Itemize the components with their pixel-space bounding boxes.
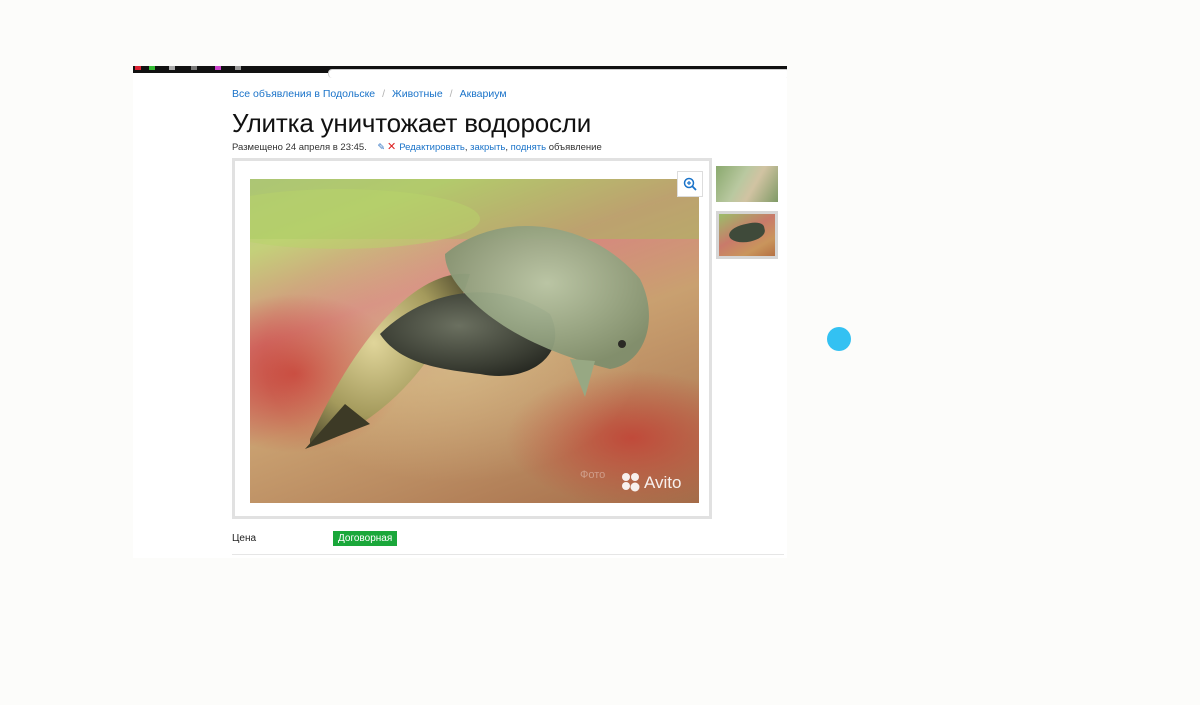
breadcrumb: Все объявления в Подольске / Животные / Аква… bbox=[232, 88, 507, 100]
raise-link[interactable]: поднять bbox=[511, 142, 546, 153]
photo-gallery: Фото Avito bbox=[232, 158, 712, 519]
posted-date: Размещено 24 апреля в 23:45. bbox=[232, 142, 367, 153]
listing-title: Улитка уничтожает водоросли bbox=[232, 108, 592, 138]
browser-tab-icons bbox=[135, 66, 265, 70]
breadcrumb-aquarium[interactable]: Аквариум bbox=[460, 88, 507, 100]
pencil-icon[interactable]: ✎ bbox=[377, 142, 385, 152]
listing-actions: ✎ ✕ Редактировать, закрыть, поднять объявл… bbox=[377, 141, 602, 153]
delete-x-icon[interactable]: ✕ bbox=[387, 141, 396, 153]
touch-cursor-indicator bbox=[827, 327, 851, 351]
divider bbox=[232, 554, 784, 555]
listing-meta: Размещено 24 апреля в 23:45. ✎ ✕ Редактиро… bbox=[232, 140, 602, 153]
breadcrumb-separator: / bbox=[449, 88, 453, 100]
snail-photo-graphic bbox=[250, 179, 699, 492]
thumbnail-2[interactable] bbox=[716, 211, 778, 259]
zoom-in-icon bbox=[683, 177, 697, 191]
browser-window: Все объявления в Подольске / Животные / Аква… bbox=[133, 66, 787, 558]
price-badge: Договорная bbox=[333, 531, 398, 546]
edit-link[interactable]: Редактировать bbox=[399, 142, 465, 153]
thumbnail-1[interactable] bbox=[716, 166, 778, 202]
price-label: Цена bbox=[232, 533, 257, 544]
avito-watermark bbox=[622, 473, 640, 492]
breadcrumb-all-ads[interactable]: Все объявления в Подольске bbox=[232, 88, 375, 100]
zoom-button[interactable] bbox=[677, 171, 703, 197]
address-bar[interactable] bbox=[328, 69, 787, 78]
breadcrumb-separator: / bbox=[382, 88, 386, 100]
avito-watermark-brand: Avito bbox=[644, 473, 682, 492]
main-photo[interactable]: Фото Avito bbox=[250, 179, 699, 503]
close-link[interactable]: закрыть bbox=[470, 142, 505, 153]
thumbnail-snail-graphic bbox=[727, 220, 767, 246]
actions-suffix: объявление bbox=[548, 142, 602, 153]
breadcrumb-animals[interactable]: Животные bbox=[392, 88, 443, 100]
watermark-text: Фото bbox=[580, 469, 606, 481]
